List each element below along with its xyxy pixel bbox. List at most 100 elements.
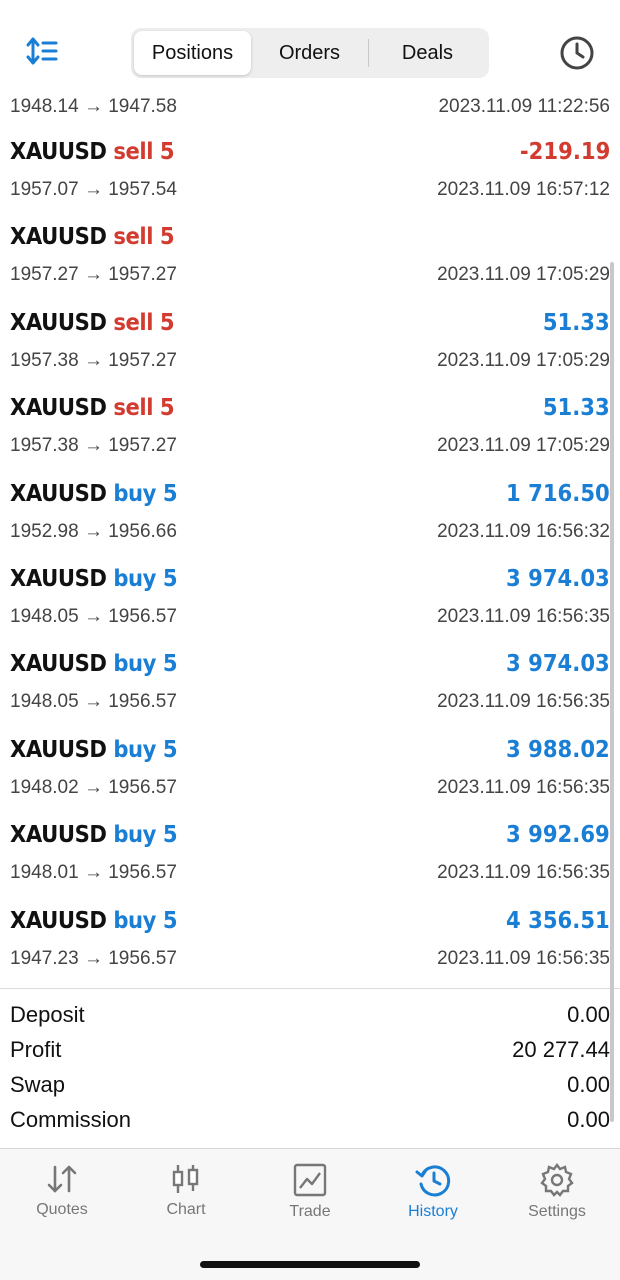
tab-label: History: [408, 1203, 458, 1220]
summary-row-profit: Profit 20 277.44: [0, 1035, 620, 1070]
deal-side: buy 5: [113, 736, 178, 763]
list-item[interactable]: XAUUSD sell 5 51.33 1957.38 → 1957.27 2023.…: [0, 300, 620, 385]
deal-profit: 4 356.51: [506, 907, 610, 934]
list-item[interactable]: 1948.14 → 1947.58 2023.11.09 11:22:56: [0, 88, 620, 129]
deal-symbol: XAUUSD: [10, 565, 107, 592]
deal-symbol: XAUUSD: [10, 822, 107, 849]
deal-time: 2023.11.09 16:56:35: [437, 947, 610, 969]
history-icon: [415, 1165, 451, 1197]
deal-profit: 51.33: [543, 309, 610, 336]
deal-title: XAUUSD buy 5: [10, 822, 178, 849]
deal-prices: 1957.07 → 1957.54: [10, 179, 177, 200]
summary-value: 20 277.44: [512, 1037, 610, 1062]
list-item[interactable]: XAUUSD buy 5 4 356.51 1947.23 → 1956.57 202…: [0, 898, 620, 983]
deal-symbol: XAUUSD: [10, 309, 107, 336]
segmented-control: Positions Orders Deals: [131, 28, 489, 78]
deal-title: XAUUSD buy 5: [10, 565, 178, 592]
tab-trade[interactable]: Trade: [255, 1159, 365, 1229]
summary-label: Deposit: [10, 1002, 85, 1027]
sort-icon[interactable]: [24, 34, 64, 70]
deal-title: XAUUSD buy 5: [10, 480, 178, 507]
deal-profit: 3 974.03: [506, 565, 610, 592]
clock-icon[interactable]: [558, 34, 596, 72]
list-item[interactable]: XAUUSD buy 5 3 992.69 1948.01 → 1956.57 202…: [0, 812, 620, 897]
summary-value: 0.00: [567, 1072, 610, 1097]
deal-symbol: XAUUSD: [10, 224, 107, 251]
tab-label: Quotes: [36, 1201, 88, 1218]
deals-list: 1948.14 → 1947.58 2023.11.09 11:22:56 XA…: [0, 88, 620, 983]
deal-time: 2023.11.09 16:57:12: [437, 179, 610, 200]
deal-time: 2023.11.09 11:22:56: [438, 96, 610, 117]
summary-label: Commission: [10, 1107, 132, 1132]
deal-prices: 1948.05 → 1956.57: [10, 605, 177, 627]
scrollbar[interactable]: [610, 262, 614, 1122]
tab-label: Chart: [166, 1201, 206, 1218]
deal-symbol: XAUUSD: [10, 907, 107, 934]
deal-title: XAUUSD buy 5: [10, 907, 178, 934]
deal-profit: 3 988.02: [506, 736, 610, 763]
summary-label: Profit: [10, 1037, 62, 1062]
top-bar: Positions Orders Deals: [0, 0, 620, 88]
trade-chart-icon: [293, 1163, 327, 1197]
segment-deals[interactable]: Deals: [369, 31, 486, 75]
deal-side: buy 5: [113, 480, 178, 507]
summary-row-swap: Swap 0.00: [0, 1070, 620, 1105]
deal-time: 2023.11.09 16:56:35: [437, 605, 610, 627]
deal-time: 2023.11.09 16:56:35: [437, 862, 610, 884]
deal-symbol: XAUUSD: [10, 139, 107, 165]
segment-orders[interactable]: Orders: [251, 31, 368, 75]
deal-side: sell 5: [113, 224, 175, 251]
deal-prices: 1948.01 → 1956.57: [10, 862, 177, 884]
deal-title: XAUUSD sell 5: [10, 395, 175, 422]
list-item[interactable]: XAUUSD sell 5 51.33 1957.38 → 1957.27 2023.…: [0, 385, 620, 470]
list-item[interactable]: XAUUSD buy 5 1 716.50 1952.98 → 1956.66 202…: [0, 471, 620, 556]
home-indicator: [200, 1261, 420, 1268]
tab-bar: Quotes Chart Trade History Settings: [0, 1148, 620, 1280]
tab-label: Settings: [528, 1203, 586, 1220]
deal-profit: 51.33: [543, 395, 610, 422]
deal-side: sell 5: [113, 395, 175, 422]
deal-profit: 1 716.50: [506, 480, 610, 507]
deal-symbol: XAUUSD: [10, 480, 107, 507]
summary-section: Deposit 0.00 Profit 20 277.44 Swap 0.00 …: [0, 1000, 620, 1140]
candlestick-icon: [172, 1165, 199, 1193]
list-item[interactable]: XAUUSD buy 5 3 988.02 1948.02 → 1956.57 202…: [0, 727, 620, 812]
deal-prices: 1952.98 → 1956.66: [10, 520, 177, 542]
deal-time: 2023.11.09 16:56:35: [437, 776, 610, 798]
deal-title: XAUUSD sell 5: [10, 309, 175, 336]
deal-prices: 1948.02 → 1956.57: [10, 776, 177, 798]
deal-prices: 1957.38 → 1957.27: [10, 435, 177, 457]
summary-label: Swap: [10, 1072, 66, 1097]
deal-time: 2023.11.09 17:05:29: [437, 264, 610, 286]
list-item[interactable]: XAUUSD sell 5 1957.27 → 1957.27 2023.11.09…: [0, 214, 620, 299]
deal-side: sell 5: [113, 139, 175, 165]
tab-chart[interactable]: Chart: [131, 1159, 241, 1229]
deal-title: XAUUSD sell 5: [10, 139, 175, 165]
tab-label: Trade: [289, 1203, 331, 1220]
deal-profit: 3 974.03: [506, 651, 610, 678]
deal-symbol: XAUUSD: [10, 651, 107, 678]
deal-prices: 1957.27 → 1957.27: [10, 264, 177, 286]
divider: [0, 988, 620, 989]
tab-settings[interactable]: Settings: [502, 1159, 612, 1229]
list-item[interactable]: XAUUSD buy 5 3 974.03 1948.05 → 1956.57 202…: [0, 556, 620, 641]
deal-title: XAUUSD buy 5: [10, 736, 178, 763]
gear-icon: [540, 1163, 574, 1197]
deal-side: buy 5: [113, 651, 178, 678]
tab-quotes[interactable]: Quotes: [7, 1159, 117, 1229]
deal-prices: 1947.23 → 1956.57: [10, 947, 177, 969]
deal-prices: 1948.05 → 1956.57: [10, 691, 177, 713]
list-item[interactable]: XAUUSD buy 5 3 974.03 1948.05 → 1956.57 202…: [0, 641, 620, 726]
deal-time: 2023.11.09 17:05:29: [437, 349, 610, 371]
deal-title: XAUUSD sell 5: [10, 224, 175, 251]
list-item[interactable]: XAUUSD sell 5 -219.19 1957.07 → 1957.54 202…: [0, 129, 620, 214]
summary-row-commission: Commission 0.00: [0, 1105, 620, 1140]
deal-side: buy 5: [113, 907, 178, 934]
deal-title: XAUUSD buy 5: [10, 651, 178, 678]
deal-profit: 3 992.69: [506, 822, 610, 849]
summary-value: 0.00: [567, 1107, 610, 1132]
segment-positions[interactable]: Positions: [134, 31, 251, 75]
tab-history[interactable]: History: [378, 1159, 488, 1229]
deal-side: buy 5: [113, 565, 178, 592]
deal-prices: 1957.38 → 1957.27: [10, 349, 177, 371]
